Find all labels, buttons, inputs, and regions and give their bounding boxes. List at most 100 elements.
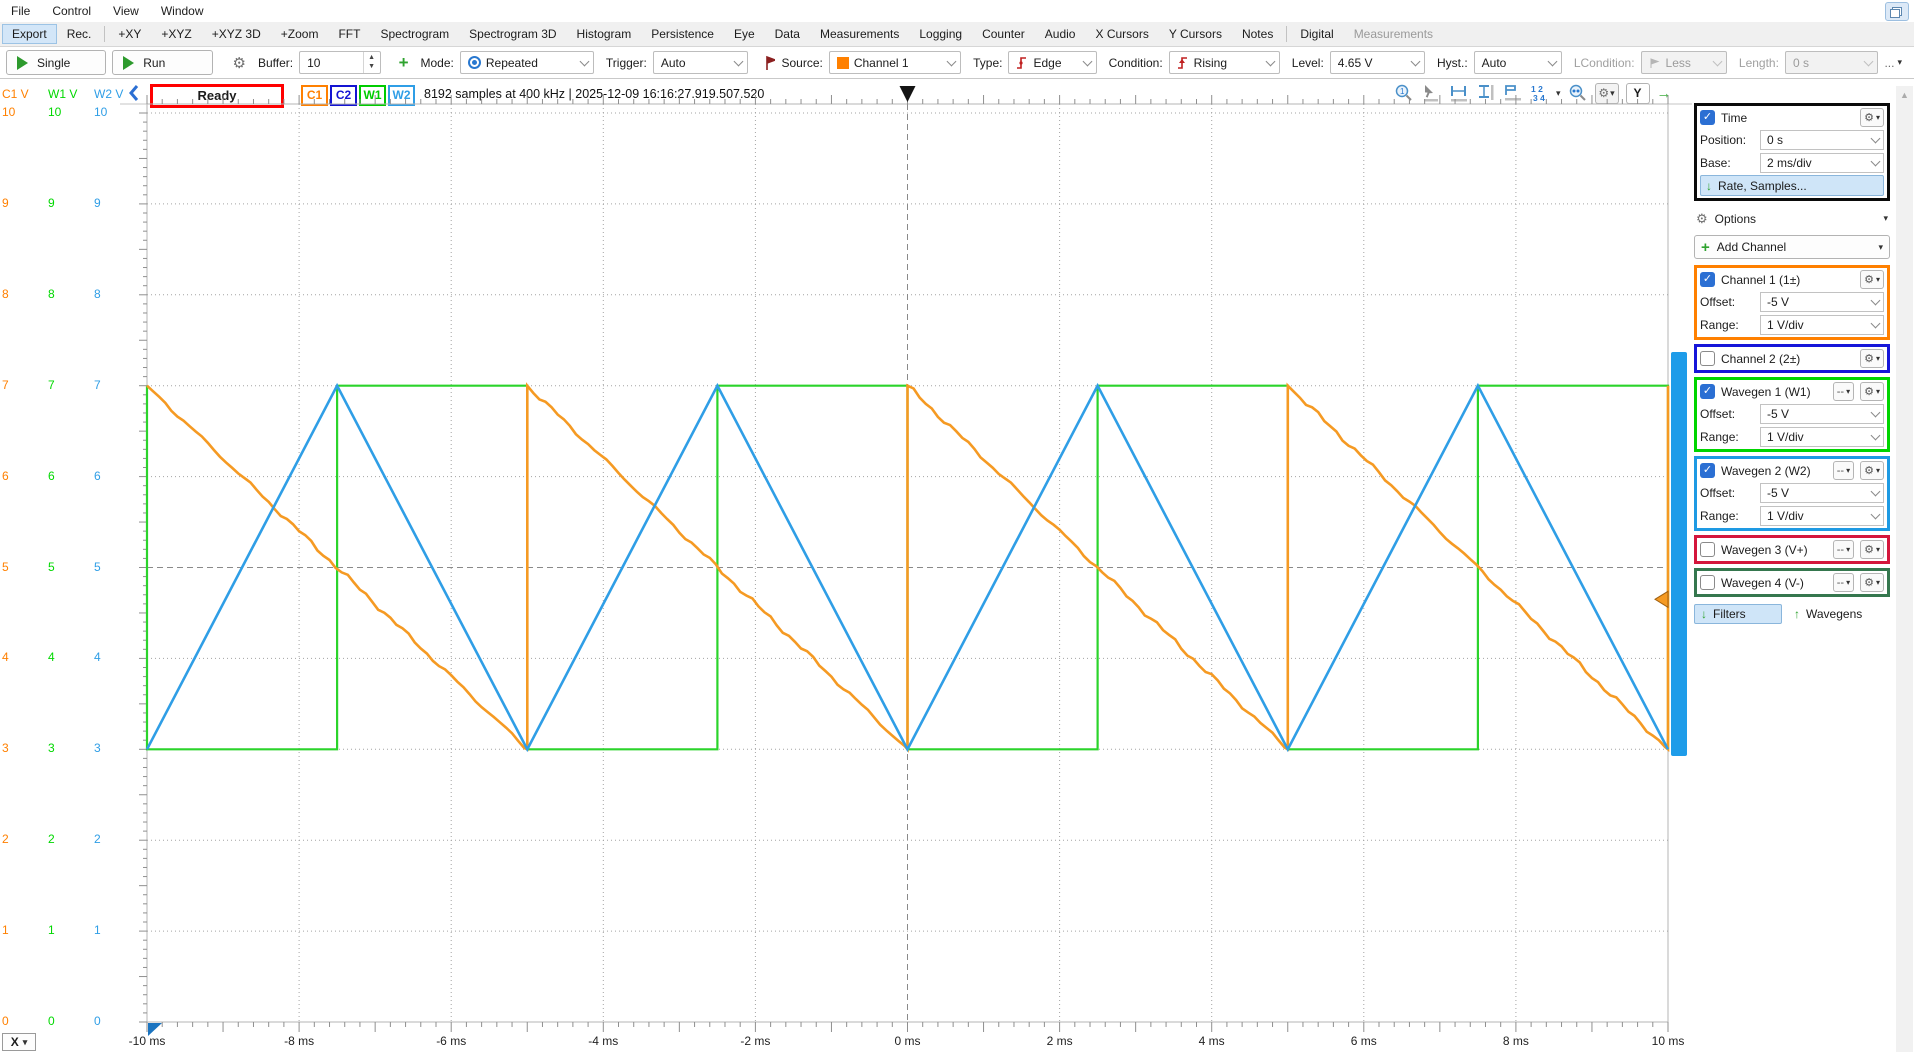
- group-channel-2-2-checkbox[interactable]: [1700, 351, 1715, 366]
- tab-audio[interactable]: Audio: [1035, 24, 1086, 44]
- condition-combo[interactable]: Rising: [1169, 51, 1280, 74]
- add-icon[interactable]: +: [399, 53, 409, 73]
- measure-ruler-icon[interactable]: [1502, 83, 1522, 103]
- tab-data[interactable]: Data: [765, 24, 810, 44]
- group-wavegen-4-v-settings-button[interactable]: ⚙▾: [1860, 573, 1884, 592]
- hysteresis-combo[interactable]: Auto: [1474, 51, 1562, 74]
- group-wavegen-3-v-settings-button[interactable]: ⚙▾: [1860, 540, 1884, 559]
- tab-x-cursors[interactable]: X Cursors: [1085, 24, 1158, 44]
- y-tick-label: 0: [48, 1014, 55, 1028]
- group-wavegen-2-w2-settings-button[interactable]: ⚙▾: [1860, 461, 1884, 480]
- tab-measurements-2[interactable]: Measurements: [1344, 24, 1443, 44]
- mode-combo[interactable]: Repeated: [460, 51, 594, 74]
- tab-measurements[interactable]: Measurements: [810, 24, 909, 44]
- time-group-position-combo[interactable]: 0 s: [1760, 130, 1884, 150]
- group-wavegen-1-w1-settings-button[interactable]: ⚙▾: [1860, 382, 1884, 401]
- type-combo[interactable]: Edge: [1008, 51, 1096, 74]
- tab-y-cursors[interactable]: Y Cursors: [1159, 24, 1232, 44]
- menu-item-view[interactable]: View: [102, 1, 150, 21]
- time-group-base-combo[interactable]: 2 ms/div: [1760, 153, 1884, 173]
- group-wavegen-2-w2-range-combo[interactable]: 1 V/div: [1760, 506, 1884, 526]
- buffer-spinner[interactable]: 10 ▲▼: [299, 51, 380, 74]
- trigger-combo[interactable]: Auto: [653, 51, 748, 74]
- time-group-settings-button[interactable]: ⚙▾: [1860, 108, 1884, 127]
- x-axis-selector-button[interactable]: X ▾: [2, 1033, 36, 1051]
- tab-counter[interactable]: Counter: [972, 24, 1035, 44]
- group-wavegen-3-v-checkbox[interactable]: [1700, 542, 1715, 557]
- tab-spectrogram[interactable]: Spectrogram: [370, 24, 459, 44]
- w2-offset-scrollbar[interactable]: [1671, 352, 1687, 756]
- menu-item-control[interactable]: Control: [41, 1, 102, 21]
- group-wavegen-1-w1-mode-button[interactable]: --▾: [1833, 382, 1854, 401]
- options-row[interactable]: ⚙Options▾: [1696, 209, 1888, 228]
- y-axis-button[interactable]: Y: [1626, 83, 1650, 104]
- tab-digital[interactable]: Digital: [1290, 24, 1343, 44]
- group-channel-1-1-range-combo[interactable]: 1 V/div: [1760, 315, 1884, 335]
- group-wavegen-3-v-mode-button[interactable]: --▾: [1833, 540, 1854, 559]
- group-wavegen-2-w2-mode-button[interactable]: --▾: [1833, 461, 1854, 480]
- panel-scrollbar[interactable]: ▲: [1896, 86, 1913, 1052]
- tab-spectrogram-3d[interactable]: Spectrogram 3D: [459, 24, 566, 44]
- time-group-checkbox[interactable]: ✓: [1700, 110, 1715, 125]
- plot-settings-button[interactable]: ⚙▾: [1595, 83, 1619, 104]
- channel-badge-w1[interactable]: W1: [359, 85, 386, 106]
- chevron-down-icon: ▾: [23, 1037, 28, 1048]
- group-wavegen-1-w1-checkbox[interactable]: ✓: [1700, 384, 1715, 399]
- tab-export[interactable]: Export: [2, 24, 57, 44]
- tab-xyz-3d[interactable]: +XYZ 3D: [202, 24, 271, 44]
- tab-zoom[interactable]: +Zoom: [271, 24, 329, 44]
- y-axis-title-c1-v: C1 V: [2, 87, 29, 101]
- plot-border: [147, 104, 1668, 1022]
- time-group-rate-button[interactable]: ↓Rate, Samples...: [1700, 175, 1884, 196]
- plot-svg[interactable]: [0, 0, 1914, 1052]
- group-wavegen-4-v-mode-button[interactable]: --▾: [1833, 573, 1854, 592]
- add-channel-button[interactable]: +Add Channel▾: [1694, 235, 1890, 259]
- tab-rec[interactable]: Rec.: [57, 24, 102, 44]
- filters-button[interactable]: ↓Filters: [1694, 604, 1782, 624]
- run-button[interactable]: Run: [112, 50, 212, 75]
- level-combo[interactable]: 4.65 V: [1330, 51, 1425, 74]
- collapse-left-icon[interactable]: [127, 84, 141, 102]
- group-channel-1-1-checkbox[interactable]: ✓: [1700, 272, 1715, 287]
- spinner-arrows-icon[interactable]: ▲▼: [363, 52, 380, 73]
- quad-view-icon[interactable]: 1 23 4: [1529, 83, 1549, 103]
- channel-badge-c2[interactable]: C2: [330, 85, 357, 106]
- tab-notes[interactable]: Notes: [1232, 24, 1283, 44]
- scroll-up-icon[interactable]: ▲: [1900, 90, 1909, 100]
- view-dropdown-icon[interactable]: ▾: [1556, 88, 1561, 99]
- select-cursor-icon[interactable]: [1421, 83, 1441, 103]
- group-channel-2-2-settings-button[interactable]: ⚙▾: [1860, 349, 1884, 368]
- measure-vertical-icon[interactable]: [1475, 83, 1495, 103]
- menu-item-file[interactable]: File: [0, 1, 41, 21]
- tab-logging[interactable]: Logging: [909, 24, 972, 44]
- tab-eye[interactable]: Eye: [724, 24, 765, 44]
- channel-badge-w2[interactable]: W2: [388, 85, 415, 106]
- measure-horizontal-icon[interactable]: [1448, 83, 1468, 103]
- tab-persistence[interactable]: Persistence: [641, 24, 724, 44]
- group-wavegen-2-w2-checkbox[interactable]: ✓: [1700, 463, 1715, 478]
- toolbar-overflow-button[interactable]: ... ▾: [1884, 56, 1908, 70]
- buffer-gear-icon[interactable]: ⚙: [233, 54, 246, 72]
- single-button[interactable]: Single: [6, 50, 106, 75]
- tab-xy[interactable]: +XY: [108, 24, 151, 44]
- pan-right-icon[interactable]: →: [1657, 85, 1672, 102]
- channel-badge-c1[interactable]: C1: [301, 85, 328, 106]
- zoom-options-icon[interactable]: [1568, 83, 1588, 103]
- group-wavegen-2-w2-offset-combo[interactable]: -5 V: [1760, 483, 1884, 503]
- window-restore-icon[interactable]: [1885, 2, 1909, 21]
- group-wavegen-1-w1-offset-combo[interactable]: -5 V: [1760, 404, 1884, 424]
- tab-xyz[interactable]: +XYZ: [151, 24, 201, 44]
- chevron-down-icon: [734, 56, 744, 66]
- group-channel-1-1-offset-combo[interactable]: -5 V: [1760, 292, 1884, 312]
- tab-fft[interactable]: FFT: [328, 24, 370, 44]
- wavegens-button[interactable]: ↑Wavegens: [1794, 607, 1862, 621]
- y-tick-label: 3: [48, 741, 55, 755]
- tab-histogram[interactable]: Histogram: [567, 24, 642, 44]
- menu-item-window[interactable]: Window: [150, 1, 215, 21]
- group-wavegen-1-w1-range-combo[interactable]: 1 V/div: [1760, 427, 1884, 447]
- group-wavegen-4-v-checkbox[interactable]: [1700, 575, 1715, 590]
- group-channel-1-1-settings-button[interactable]: ⚙▾: [1860, 270, 1884, 289]
- source-combo[interactable]: Channel 1: [829, 51, 961, 74]
- chevron-down-icon: ▾: [1846, 466, 1850, 475]
- zoom-fit-icon[interactable]: 1: [1394, 83, 1414, 103]
